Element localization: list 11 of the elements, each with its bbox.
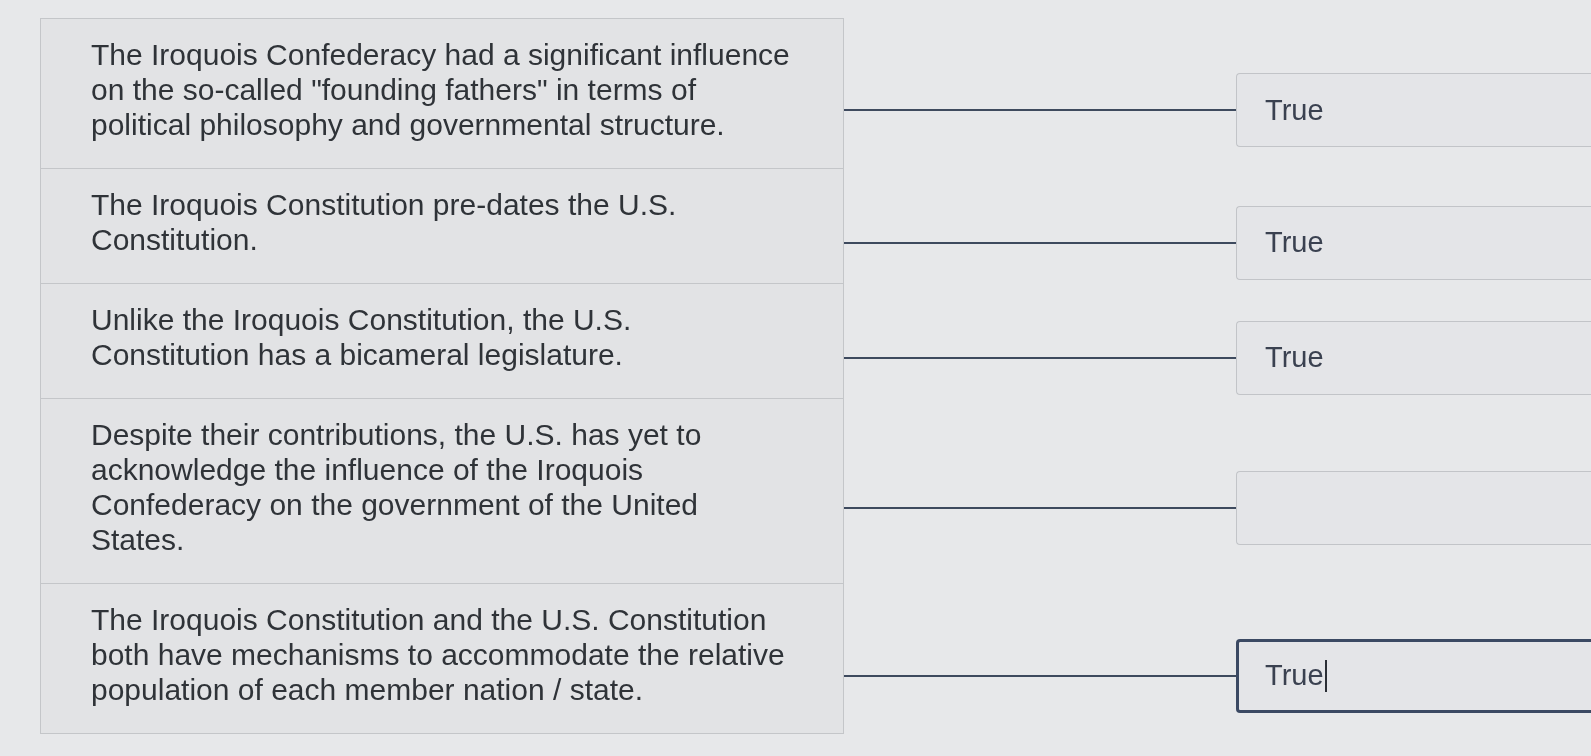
answer-field[interactable]: True (1236, 638, 1591, 713)
statement-cell: The Iroquois Confederacy had a significant influence on the so-called "founding fathers" in terms of political philosophy and governmental structure. (40, 18, 844, 168)
statement-cell: Despite their contributions, the U.S. has yet to acknowledge the influence of the Iroquois Confederacy on the government of the United States. (40, 398, 844, 583)
answer-field[interactable]: True (1236, 320, 1591, 395)
answer-field[interactable]: True (1236, 205, 1591, 280)
answer-field[interactable] (1236, 470, 1591, 545)
answer-field[interactable]: True (1236, 73, 1591, 147)
statement-cell: The Iroquois Constitution pre-dates the U.S. Constitution. (40, 168, 844, 283)
statement-cell: Unlike the Iroquois Constitution, the U.S. Constitution has a bicameral legislature. (40, 283, 844, 398)
text-cursor-icon (1324, 659, 1327, 692)
statement-cell: The Iroquois Constitution and the U.S. Constitution both have mechanisms to accommodate the relative population of each member nation / state. (40, 583, 844, 734)
